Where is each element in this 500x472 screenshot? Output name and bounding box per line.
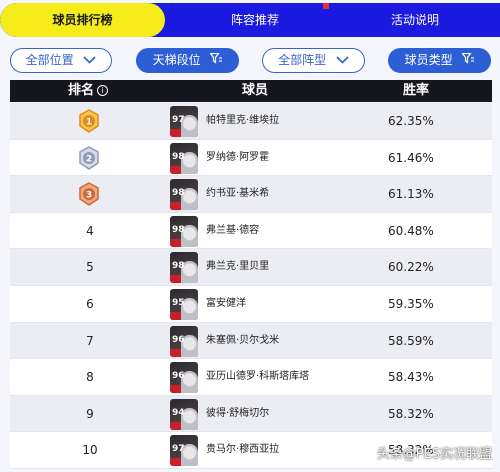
player-rating: 97 [172,115,185,125]
player-name: 约书亚·基米希 [206,188,270,200]
rank-number: 9 [86,406,94,421]
win-rate-value: 60.22% [388,260,434,275]
player-card-thumbnail[interactable]: 97 [170,435,198,467]
tab-lineup-recommend[interactable]: 阵容推荐 [180,3,330,37]
table-row[interactable]: 3 98 约书亚·基米希 61.13% [10,176,492,213]
win-rate-value: 58.43% [388,370,434,385]
table-header: 排名 i 球员 胜率 [10,80,492,102]
rank-header-label: 排名 [68,83,95,98]
ladder-filter-label: 天梯段位 [152,53,201,67]
rank-number: 6 [86,296,94,311]
player-name: 彼得·舒梅切尔 [206,407,270,419]
info-icon[interactable]: i [97,85,109,96]
player-card-thumbnail[interactable]: 97 [170,106,198,137]
rank-number: 7 [86,333,94,348]
player-rating: 98 [172,188,185,199]
player-card-thumbnail[interactable]: 98 [170,142,198,174]
tab-event-info[interactable]: 活动说明 [340,3,490,37]
gold-medal-icon: 1 [77,109,101,133]
top-tab-bar: 球员排行榜 阵容推荐 活动说明 [0,3,500,37]
win-rate-value: 61.13% [388,187,434,202]
player-rating: 98 [172,224,185,235]
win-rate-value: 61.46% [388,150,434,165]
player-rating: 97 [172,444,185,455]
player-rating: 98 [172,261,185,272]
win-rate-value: 58.59% [388,333,434,348]
player-card-thumbnail[interactable]: 96 [170,325,198,357]
bronze-medal-icon: 3 [77,182,101,207]
player-rating: 94 [172,407,185,418]
rank-number: 10 [82,443,98,458]
table-row[interactable]: 1 97 帕特里克·维埃拉 62.35% [10,103,492,140]
player-card-thumbnail[interactable]: 94 [170,398,198,430]
table-row[interactable]: 6 95 富安健洋 59.35% [10,285,492,323]
player-name: 贵马尔·穆西亚拉 [206,444,280,456]
player-type-filter-button[interactable]: 球员类型 [388,48,491,73]
position-filter-dropdown[interactable]: 全部位置 [10,48,112,73]
ranking-table-body: 1 97 帕特里克·维埃拉 62.35% 2 98 罗纳德·阿罗霍 61.46% 3 98 约书亚·… [10,103,492,469]
filter-icon [461,49,475,72]
ladder-filter-button[interactable]: 天梯段位 [136,48,239,73]
player-name: 朱塞佩·贝尔戈米 [206,334,280,346]
player-name: 弗兰基·德容 [206,224,260,236]
win-rate-value: 62.35% [388,114,434,128]
player-name: 富安健洋 [206,297,246,309]
formation-filter-dropdown[interactable]: 全部阵型 [262,48,365,73]
player-card-thumbnail[interactable]: 98 [170,215,198,247]
table-row[interactable]: 5 98 弗兰克·里贝里 60.22% [10,249,492,286]
position-filter-label: 全部位置 [25,53,74,67]
rank-number: 5 [86,260,94,275]
player-name: 亚历山德罗·科斯塔库塔 [206,371,310,383]
table-row[interactable]: 7 96 朱塞佩·贝尔戈米 58.59% [10,322,492,360]
chevron-down-icon [83,49,97,72]
filter-icon [209,49,223,72]
player-rating: 96 [172,334,185,345]
filter-row: 全部位置 天梯段位 全部阵型 球员类型 [0,48,500,74]
medal-rank-number: 3 [86,191,92,201]
player-rating: 98 [172,151,185,162]
win-rate-value: 60.48% [388,223,434,238]
win-rate-value: 58.32% [388,406,434,421]
player-card-thumbnail[interactable]: 98 [170,179,198,211]
player-name: 罗纳德·阿罗霍 [206,151,270,163]
table-row[interactable]: 8 96 亚历山德罗·科斯塔库塔 58.43% [10,359,492,396]
win-rate-header: 胜率 [403,83,430,98]
table-row[interactable]: 2 98 罗纳德·阿罗霍 61.46% [10,139,492,177]
formation-filter-label: 全部阵型 [278,53,327,67]
player-type-filter-label: 球员类型 [404,53,453,67]
player-card-thumbnail[interactable]: 95 [170,288,198,320]
player-rating: 96 [172,371,185,382]
player-header: 球员 [242,83,269,98]
medal-rank-number: 1 [86,118,92,128]
notification-dot [323,3,329,9]
medal-rank-number: 2 [86,154,92,164]
tab-player-ranking[interactable]: 球员排行榜 [0,3,165,37]
player-rating: 95 [172,297,185,308]
player-card-thumbnail[interactable]: 96 [170,362,198,394]
player-card-thumbnail[interactable]: 98 [170,252,198,284]
player-name: 帕特里克·维埃拉 [206,115,280,126]
rank-header: 排名 i [68,80,109,102]
watermark: 头条@PES实况联盟 [376,447,492,462]
win-rate-value: 59.35% [388,296,434,311]
player-name: 弗兰克·里贝里 [206,261,270,273]
table-row[interactable]: 4 98 弗兰基·德容 60.48% [10,212,492,250]
table-row[interactable]: 9 94 彼得·舒梅切尔 58.32% [10,395,492,433]
chevron-down-icon [336,49,349,72]
rank-number: 8 [86,370,94,385]
rank-number: 4 [86,223,94,238]
silver-medal-icon: 2 [77,145,101,170]
player-ranking-page: 球员排行榜 阵容推荐 活动说明 全部位置 天梯段位 全部阵型 球员类型 排名 i… [0,0,500,472]
